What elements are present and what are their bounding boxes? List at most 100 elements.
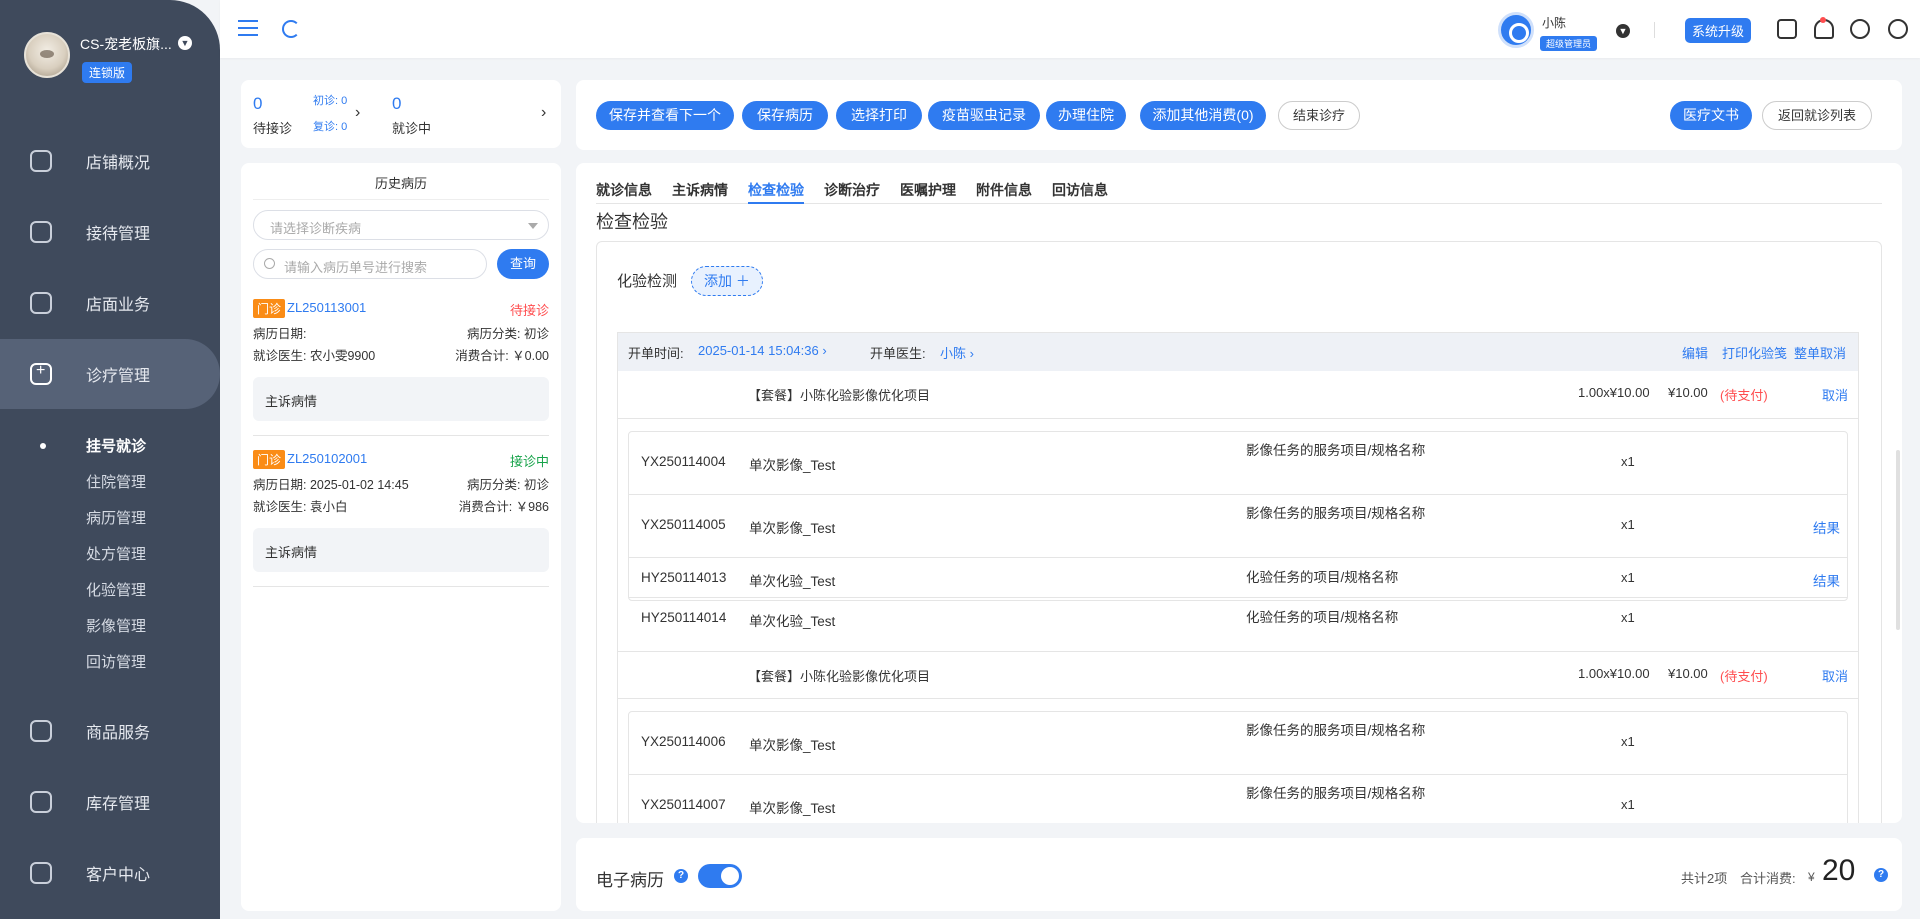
- sub-item-inpatient[interactable]: 住院管理: [86, 471, 146, 492]
- package-cancel-link[interactable]: 取消: [1822, 385, 1848, 404]
- tab-attachments[interactable]: 附件信息: [976, 180, 1032, 200]
- diagnosis-select[interactable]: 请选择诊断疾病: [253, 210, 549, 240]
- medical-kit-icon: [30, 362, 52, 385]
- order-time-label: 开单时间:: [628, 346, 684, 361]
- nav-item-customer[interactable]: 客户中心: [0, 838, 220, 908]
- divider: [253, 586, 549, 587]
- nav-item-store-business[interactable]: 店面业务: [0, 268, 220, 338]
- nav-label: 店面业务: [86, 297, 151, 314]
- package-row: 【套餐】小陈化验影像优化项目 1.00x¥10.00 ¥10.00 (待支付) …: [618, 371, 1858, 419]
- tab-complaint[interactable]: 主诉病情: [672, 180, 728, 200]
- lab-title: 化验检测: [617, 273, 678, 290]
- store-avatar: [24, 32, 70, 78]
- save-record-button[interactable]: 保存病历: [742, 101, 828, 130]
- cancel-order-link[interactable]: 整单取消: [1794, 343, 1846, 362]
- search-icon: [264, 258, 275, 269]
- inventory-icon: [30, 791, 52, 813]
- medical-docs-button[interactable]: 医疗文书: [1670, 101, 1752, 130]
- revisit-count: 复诊: 0: [313, 121, 348, 133]
- lab-section: 化验检测 添加 ＋ 开单时间: 2025-01-14 15:04:36 › 开单…: [596, 241, 1882, 823]
- select-print-button[interactable]: 选择打印: [836, 101, 922, 130]
- tab-exam[interactable]: 检查检验: [748, 180, 804, 204]
- nav-label: 库存管理: [86, 796, 151, 813]
- chevron-down-icon[interactable]: ▼: [178, 36, 192, 50]
- back-to-list-button[interactable]: 返回就诊列表: [1762, 101, 1872, 130]
- sub-item-followup[interactable]: 回访管理: [86, 651, 146, 672]
- sub-item-imaging[interactable]: 影像管理: [86, 615, 146, 636]
- currency-symbol: ¥: [1808, 870, 1815, 884]
- order-doctor-value: 小陈: [940, 346, 967, 361]
- nav-item-goods[interactable]: 商品服务: [0, 696, 220, 766]
- tab-followup[interactable]: 回访信息: [1052, 180, 1108, 200]
- chevron-down-icon[interactable]: ▼: [1616, 24, 1630, 38]
- record-search-input[interactable]: 请输入病历单号进行搜索: [253, 249, 487, 279]
- tab-nursing[interactable]: 医嘱护理: [900, 180, 956, 200]
- chevron-right-icon[interactable]: ›: [355, 104, 360, 122]
- complaint-box[interactable]: 主诉病情: [253, 528, 549, 572]
- item-name: 单次影像_Test: [749, 738, 836, 753]
- sub-item-registration[interactable]: 挂号就诊: [86, 435, 146, 456]
- print-lab-link[interactable]: 打印化验笺: [1722, 343, 1787, 362]
- add-other-consumption-button[interactable]: 添加其他消费(0): [1140, 101, 1266, 130]
- calendar-icon[interactable]: [1777, 19, 1797, 39]
- emr-toggle[interactable]: [698, 864, 742, 888]
- section-title: 检查检验: [596, 212, 668, 232]
- tab-diagnosis[interactable]: 诊断治疗: [824, 180, 880, 200]
- order-time-link[interactable]: 2025-01-14 15:04:36 ›: [698, 343, 827, 358]
- order-time-value: 2025-01-14 15:04:36: [698, 343, 819, 358]
- item-code: HY250114014: [641, 610, 727, 625]
- sub-item-records[interactable]: 病历管理: [86, 507, 146, 528]
- in-progress-count[interactable]: 0: [392, 94, 401, 114]
- edit-order-link[interactable]: 编辑: [1682, 343, 1708, 362]
- total-label: 合计消费:: [1740, 871, 1796, 886]
- nav-item-inventory[interactable]: 库存管理: [0, 767, 220, 837]
- item-count: x1: [1621, 454, 1635, 469]
- add-lab-button[interactable]: 添加 ＋: [691, 266, 763, 296]
- tab-visit-info[interactable]: 就诊信息: [596, 180, 652, 200]
- end-visit-button[interactable]: 结束诊疗: [1278, 101, 1360, 130]
- package-items: YX250114006 单次影像_Test 影像任务的服务项目/规格名称 x1 …: [628, 711, 1848, 823]
- nav-item-store-overview[interactable]: 店铺概况: [0, 126, 220, 196]
- complaint-box[interactable]: 主诉病情: [253, 377, 549, 421]
- chevron-right-icon[interactable]: ›: [541, 104, 546, 122]
- table-row: HY250114013 单次化验_Test 化验任务的项目/规格名称 x1 结果: [629, 558, 1847, 598]
- save-next-button[interactable]: 保存并查看下一个: [596, 101, 734, 130]
- package-cancel-link[interactable]: 取消: [1822, 666, 1848, 685]
- power-icon[interactable]: [1888, 19, 1908, 39]
- user-avatar[interactable]: [1498, 12, 1534, 48]
- item-code: HY250114013: [641, 570, 727, 585]
- hospitalize-button[interactable]: 办理住院: [1046, 101, 1126, 130]
- history-title: 历史病历: [374, 176, 427, 191]
- item-code: YX250114007: [641, 797, 726, 812]
- scrollbar[interactable]: [1896, 450, 1900, 630]
- sidebar: CS-宠老板旗... ▼ 连锁版 店铺概况 接待管理 店面业务 诊疗管理 挂号就…: [0, 0, 220, 919]
- nav-item-medical[interactable]: 诊疗管理: [0, 339, 220, 409]
- help-icon[interactable]: ?: [674, 869, 688, 883]
- record-id-link[interactable]: ZL250102001: [287, 451, 367, 466]
- complaint-label: 主诉病情: [265, 545, 318, 560]
- system-upgrade-button[interactable]: 系统升级: [1685, 18, 1752, 43]
- record-id-link[interactable]: ZL250113001: [287, 300, 366, 315]
- store-header[interactable]: CS-宠老板旗... ▼ 连锁版: [0, 0, 220, 100]
- menu-icon[interactable]: [238, 20, 258, 36]
- sub-item-lab[interactable]: 化验管理: [86, 579, 146, 600]
- headset-icon[interactable]: [1850, 19, 1870, 39]
- store-name[interactable]: CS-宠老板旗...: [80, 34, 172, 54]
- waiting-count[interactable]: 0: [253, 94, 262, 114]
- refresh-icon[interactable]: [282, 20, 300, 38]
- help-icon[interactable]: ?: [1874, 868, 1888, 882]
- order-doctor-link[interactable]: 小陈 ›: [940, 343, 974, 362]
- search-button[interactable]: 查询: [497, 249, 549, 279]
- nav-item-reception[interactable]: 接待管理: [0, 197, 220, 267]
- order-doctor-label: 开单医生:: [870, 346, 926, 361]
- goods-icon: [30, 720, 52, 742]
- sub-item-prescriptions[interactable]: 处方管理: [86, 543, 146, 564]
- vaccine-record-button[interactable]: 疫苗驱虫记录: [928, 101, 1040, 130]
- user-name[interactable]: 小陈: [1542, 14, 1566, 31]
- result-link[interactable]: 结果: [1813, 570, 1840, 590]
- total-count: 共计2项: [1681, 871, 1728, 886]
- table-row: YX250114005 单次影像_Test 影像任务的服务项目/规格名称 x1 …: [629, 495, 1847, 558]
- record-date: 病历日期: 2025-01-02 14:45: [253, 478, 409, 492]
- record-category: 病历分类: 初诊: [467, 478, 549, 492]
- result-link[interactable]: 结果: [1813, 517, 1840, 537]
